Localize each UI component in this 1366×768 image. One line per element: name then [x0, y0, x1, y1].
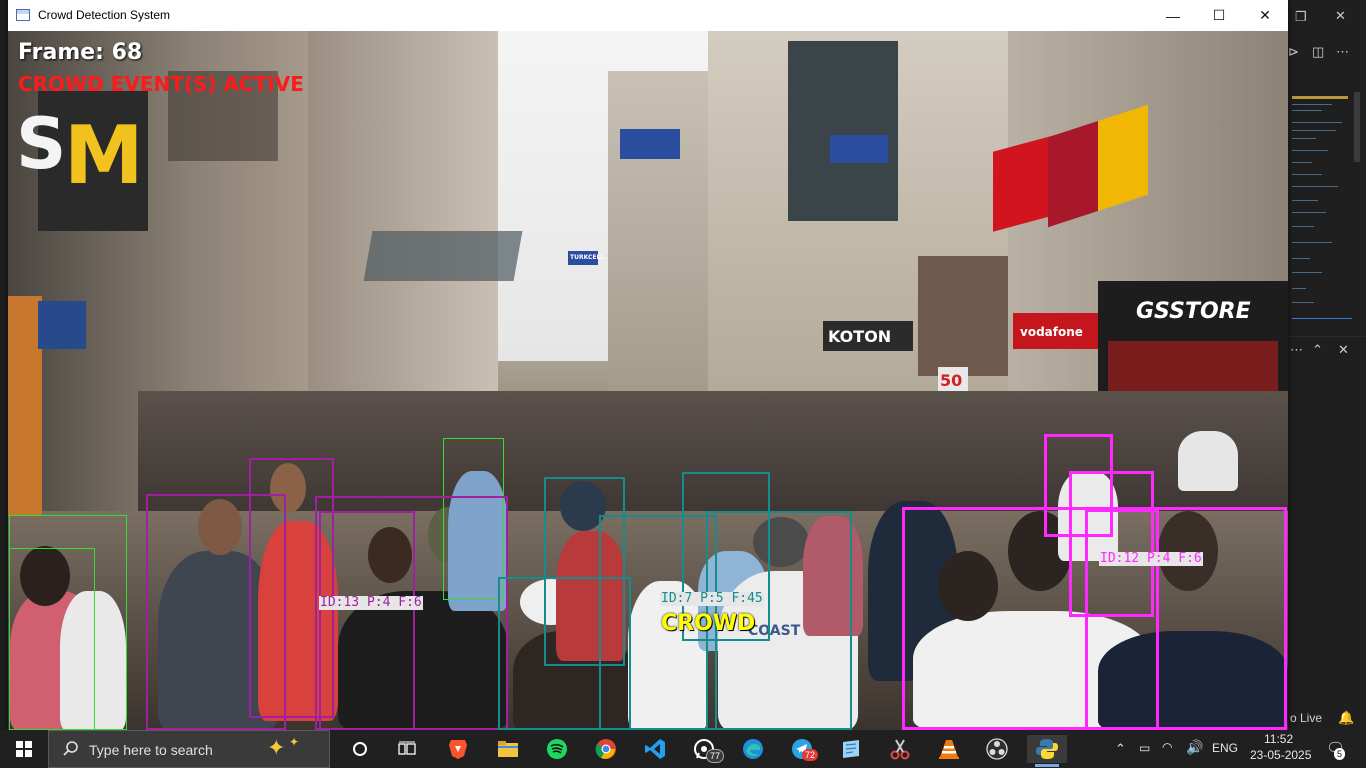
right-building-mid — [608, 71, 718, 401]
status-live-text[interactable]: o Live — [1290, 711, 1322, 725]
person — [1178, 431, 1238, 491]
taskbar-app-telegram[interactable]: 72 — [782, 735, 822, 763]
sparkle-small-icon: ✦ — [289, 735, 300, 749]
more-icon[interactable]: ⋯ — [1290, 343, 1303, 357]
notepad-icon — [843, 740, 859, 758]
vlc-icon — [939, 740, 959, 759]
wifi-icon[interactable]: ◠ — [1162, 740, 1172, 754]
turkcell-banner-2 — [830, 135, 888, 163]
scissors-icon — [890, 739, 910, 760]
koton-sign: KOTON — [828, 327, 892, 346]
clock-date[interactable]: 23-05-2025 — [1250, 748, 1311, 762]
mcdonalds-logo: M — [64, 109, 144, 202]
folder-icon — [498, 741, 518, 757]
volume-icon[interactable]: 🔊 — [1186, 739, 1203, 756]
search-icon — [63, 741, 78, 756]
background-editor-window: ❐ ✕ ⊳ ◫ ⋯ — [1288, 0, 1366, 730]
taskbar-app-brave[interactable] — [438, 735, 478, 763]
obs-icon — [986, 738, 1008, 760]
vodafone-sign: vodafone — [1020, 325, 1083, 339]
task-view-button[interactable] — [387, 735, 427, 763]
more-actions-icon[interactable]: ⋯ — [1336, 45, 1349, 59]
chrome-icon — [595, 739, 616, 759]
shop-window — [918, 256, 1018, 376]
sparkle-icon: ✦ — [267, 735, 286, 760]
taskbar-app-vscode[interactable] — [635, 735, 675, 763]
vscode-icon — [645, 739, 665, 759]
close-panel-icon[interactable]: ✕ — [1338, 343, 1349, 357]
group-bounding-box — [1085, 509, 1159, 730]
telegram-badge: 72 — [802, 749, 819, 761]
minimize-button[interactable]: — — [1150, 0, 1196, 31]
group-bounding-box — [319, 511, 415, 730]
edge-icon — [743, 739, 763, 759]
chevron-up-icon[interactable]: ⌃ — [1115, 741, 1126, 757]
canopy — [363, 231, 523, 281]
video-frame: M S KOTON 50 vodafone GSSTORE TURKCELL C… — [8, 31, 1288, 730]
title-bar[interactable]: Crowd Detection System — ☐ ✕ — [8, 0, 1288, 31]
turkcell-text: TURKCELL — [570, 254, 605, 261]
search-box[interactable]: Type here to search ✦ ✦ — [48, 730, 330, 768]
taskbar-app-vlc[interactable] — [929, 735, 969, 763]
taskbar-app-edge[interactable] — [733, 735, 773, 763]
restore-icon[interactable]: ❐ — [1295, 10, 1307, 24]
close-button[interactable]: ✕ — [1242, 0, 1288, 31]
taskbar-app-file-explorer[interactable] — [488, 735, 528, 763]
app-icon — [16, 9, 30, 21]
task-view-icon — [398, 741, 416, 755]
crowd-detection-window: Crowd Detection System — ☐ ✕ M S KOTON 5… — [8, 0, 1288, 730]
turkcell-banner — [620, 129, 680, 159]
store-sign-left: S — [16, 103, 67, 185]
whatsapp-badge: 77 — [706, 749, 725, 763]
language-indicator[interactable]: ENG — [1212, 741, 1238, 755]
chevron-up-icon[interactable]: ⌃ — [1312, 343, 1323, 357]
scrollbar[interactable] — [1354, 92, 1360, 162]
spotify-icon — [547, 739, 567, 759]
notification-count: 5 — [1334, 748, 1346, 760]
start-button[interactable] — [4, 735, 44, 763]
brave-icon — [449, 740, 467, 759]
windows-icon — [16, 741, 32, 757]
run-icon[interactable]: ⊳ — [1288, 45, 1299, 59]
taskbar-app-snipping-tool[interactable] — [880, 735, 920, 763]
taskbar: Type here to search ✦ ✦ 77 72 ⌃ ▭ ◠ 🔊 EN… — [0, 730, 1366, 768]
poster — [8, 296, 42, 516]
group-label: ID:13 P:4 F:6 — [319, 595, 423, 610]
sale-text: 50 — [940, 371, 963, 390]
crowd-label: CROWD — [661, 611, 756, 636]
group-label: ID:12 P:4 F:6 — [1099, 551, 1203, 566]
python-icon — [1036, 739, 1058, 759]
panel-header: ⋯ ⌃ ✕ — [1288, 336, 1366, 363]
bell-icon[interactable]: 🔔 — [1338, 711, 1354, 725]
taskbar-app-python[interactable] — [1027, 735, 1067, 767]
frame-counter: Frame: 68 — [18, 40, 143, 65]
close-icon[interactable]: ✕ — [1335, 9, 1346, 23]
gs-store-sign: GSSTORE — [1136, 299, 1251, 324]
group-label: ID:7 P:5 F:45 — [660, 591, 764, 606]
clock-time[interactable]: 11:52 — [1264, 732, 1293, 746]
bay-window — [788, 41, 898, 221]
maximize-button[interactable]: ☐ — [1196, 0, 1242, 31]
minimap[interactable] — [1288, 92, 1352, 332]
crowd-event-status: CROWD EVENT(S) ACTIVE — [18, 72, 304, 96]
split-editor-icon[interactable]: ◫ — [1312, 45, 1324, 59]
cortana-icon — [353, 742, 367, 756]
taskbar-app-spotify[interactable] — [537, 735, 577, 763]
blue-sign — [38, 301, 86, 349]
taskbar-app-chrome[interactable] — [586, 735, 626, 763]
window-title: Crowd Detection System — [38, 8, 171, 22]
taskbar-app-notepad[interactable] — [831, 735, 871, 763]
person-bounding-box — [9, 548, 95, 730]
battery-icon[interactable]: ▭ — [1139, 741, 1150, 755]
cortana-button[interactable] — [340, 735, 380, 763]
taskbar-app-obs[interactable] — [977, 735, 1017, 763]
search-placeholder: Type here to search — [89, 742, 213, 758]
taskbar-app-whatsapp[interactable]: 77 — [684, 735, 725, 763]
